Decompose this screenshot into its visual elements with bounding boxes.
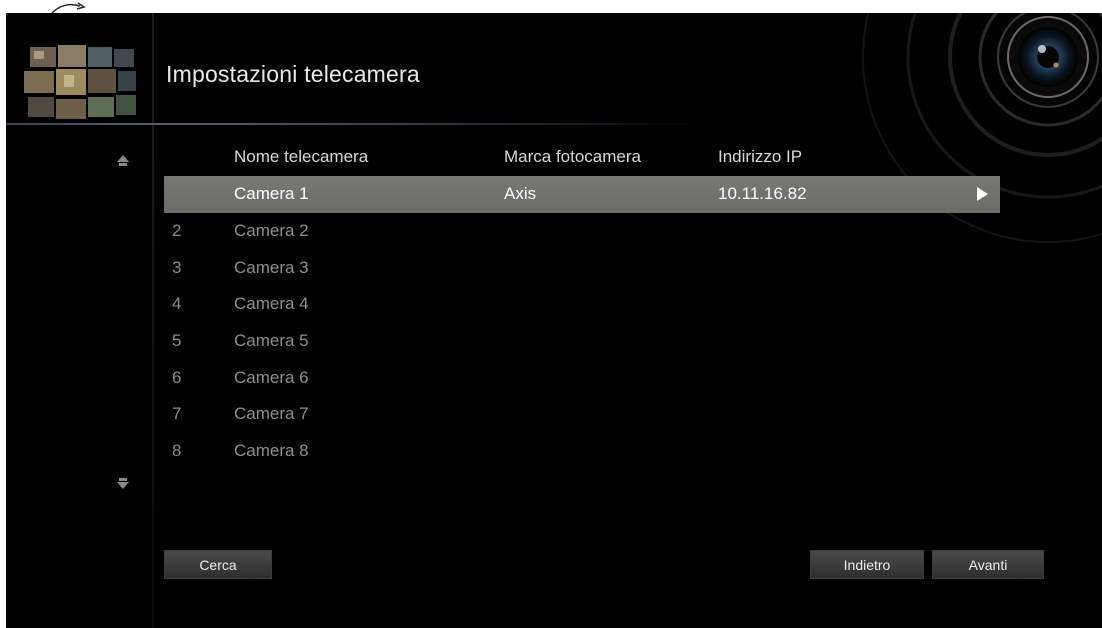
table-row[interactable]: 3 Camera 3 xyxy=(164,250,1000,287)
header-divider xyxy=(6,123,706,125)
table-row[interactable]: 8 Camera 8 xyxy=(164,433,1000,470)
camera-name: Camera 2 xyxy=(234,221,309,240)
camera-name: Camera 5 xyxy=(234,331,309,350)
camera-name: Camera 4 xyxy=(234,294,309,313)
table-row[interactable]: 4 Camera 4 xyxy=(164,286,1000,323)
column-header-brand: Marca fotocamera xyxy=(504,147,641,166)
page-title: Impostazioni telecamera xyxy=(166,61,420,87)
row-number: 2 xyxy=(172,221,182,240)
page-curl-decoration xyxy=(0,0,150,13)
column-header-name: Nome telecamera xyxy=(234,147,369,166)
camera-settings-screen: Impostazioni telecamera Nome telecamera … xyxy=(6,13,1102,628)
row-number: 5 xyxy=(172,331,182,350)
row-number: 8 xyxy=(172,441,182,460)
column-header-ip: Indirizzo IP xyxy=(718,147,803,166)
play-arrow-icon[interactable] xyxy=(977,187,988,201)
table-row[interactable]: 2 Camera 2 xyxy=(164,213,1000,250)
table-row[interactable]: 5 Camera 5 xyxy=(164,323,1000,360)
camera-brand: Axis xyxy=(504,184,537,203)
camera-name: Camera 7 xyxy=(234,404,309,423)
camera-name: Camera 1 xyxy=(234,184,309,203)
row-number: 4 xyxy=(172,294,182,313)
camera-name: Camera 6 xyxy=(234,368,309,387)
next-button[interactable]: Avanti xyxy=(932,550,1044,579)
sidebar-divider xyxy=(152,13,154,628)
camera-name: Camera 3 xyxy=(234,258,309,277)
camera-thumbnails-logo xyxy=(20,39,140,127)
camera-ip: 10.11.16.82 xyxy=(718,184,807,203)
arrow-up-icon[interactable] xyxy=(116,154,130,168)
row-number: 3 xyxy=(172,258,182,277)
search-button[interactable]: Cerca xyxy=(164,550,272,579)
row-number: 6 xyxy=(172,368,182,387)
table-row[interactable]: 7 Camera 7 xyxy=(164,396,1000,433)
camera-name: Camera 8 xyxy=(234,441,309,460)
row-number: 7 xyxy=(172,404,182,423)
arrow-down-icon[interactable] xyxy=(116,476,130,490)
top-border xyxy=(0,0,1102,13)
back-button[interactable]: Indietro xyxy=(810,550,924,579)
table-row[interactable]: 6 Camera 6 xyxy=(164,360,1000,397)
table-row[interactable]: Camera 1 Axis 10.11.16.82 xyxy=(164,176,1000,213)
